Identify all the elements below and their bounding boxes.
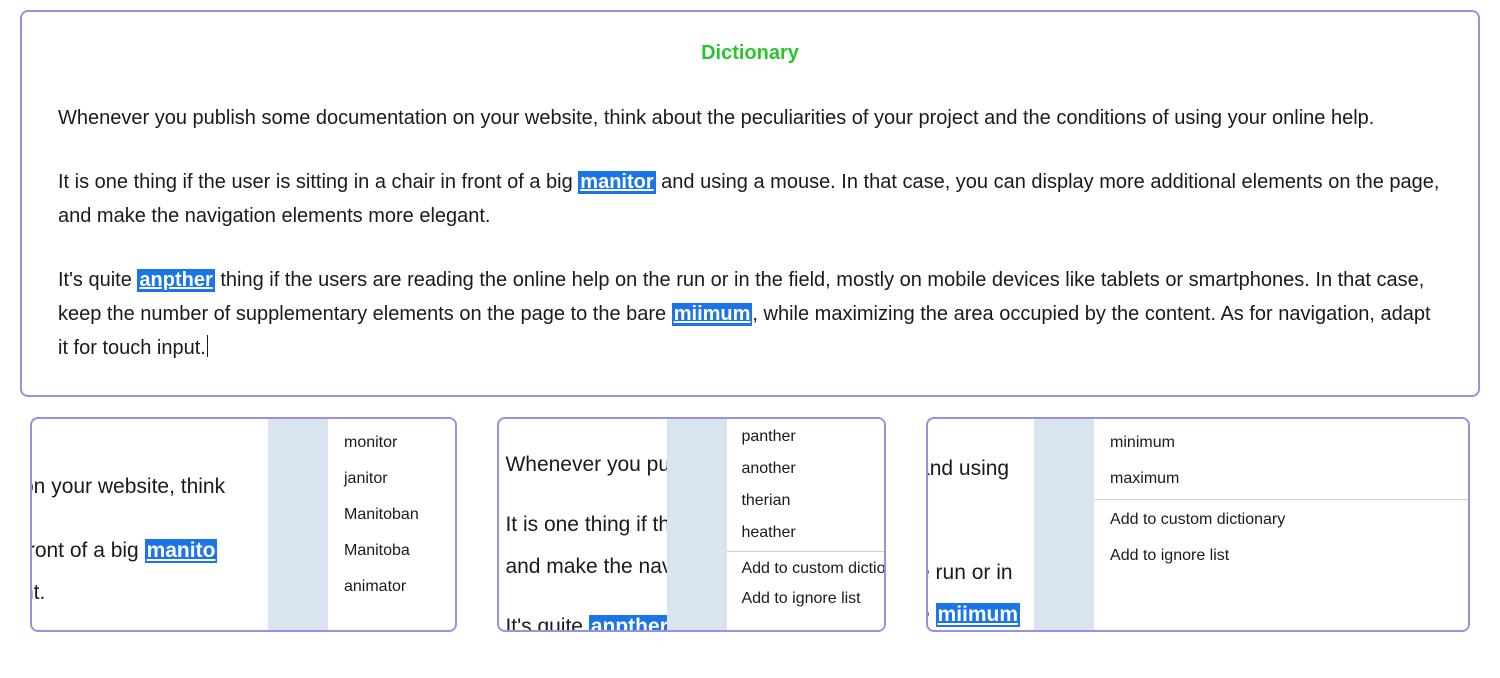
underlying-text: and using e run or in e miimum <box>926 447 1020 632</box>
add-to-custom-dictionary[interactable]: Add to custom dictionary <box>1094 502 1468 538</box>
suggestion-popup-miimum: and using e run or in e miimum minimum m… <box>926 417 1470 632</box>
text-fragment: and make the navi <box>505 549 677 585</box>
suggestion-item[interactable]: therian <box>727 485 884 517</box>
suggestion-item[interactable]: animator <box>328 569 455 605</box>
misspelled-word-anpther[interactable]: anpther <box>137 269 214 292</box>
text-cursor <box>207 335 208 357</box>
popup-row: on your website, think front of a big ma… <box>30 417 1470 632</box>
menu-separator <box>1094 499 1468 500</box>
add-to-ignore-list[interactable]: Add to ignore list <box>1094 538 1468 574</box>
para-text: It is one thing if the user is sitting i… <box>58 171 578 193</box>
text-fragment: It is one thing if th <box>505 507 677 543</box>
suggestion-item[interactable]: Manitoban <box>328 497 455 533</box>
suggestion-item[interactable]: janitor <box>328 461 455 497</box>
suggestion-item[interactable]: Manitoba <box>328 533 455 569</box>
text-fragment: nt. <box>30 575 225 611</box>
text-fragment: on your website, think <box>30 469 225 505</box>
text-fragment: front of a big <box>30 539 145 562</box>
text-fragment: e run or in <box>926 555 1020 591</box>
text-fragment: and using <box>926 451 1020 487</box>
para-text: It's quite <box>58 269 137 291</box>
misspelled-word-manitor[interactable]: manitor <box>578 171 655 194</box>
suggestion-item[interactable]: heather <box>727 517 884 549</box>
underlying-text: on your website, think front of a big ma… <box>30 465 225 623</box>
text-fragment: Whenever you pul <box>505 447 677 483</box>
text-fragment: It's quite <box>505 615 588 632</box>
scrollbar[interactable] <box>1034 419 1094 630</box>
misspelled-word-miimum[interactable]: miimum <box>672 303 753 326</box>
scrollbar[interactable] <box>268 419 328 630</box>
panel-title: Dictionary <box>58 42 1442 65</box>
text-fragment: e <box>926 603 936 626</box>
scrollbar[interactable] <box>667 419 727 630</box>
add-to-ignore-list[interactable]: Add to ignore list <box>727 584 884 614</box>
add-to-custom-dictionary[interactable]: Add to custom dictionary <box>727 554 884 584</box>
suggestion-item[interactable]: monitor <box>328 425 455 461</box>
suggestions-menu: minimum maximum Add to custom dictionary… <box>1094 419 1468 630</box>
suggestion-popup-manitor: on your website, think front of a big ma… <box>30 417 457 632</box>
para-text: Whenever you publish some documentation … <box>58 107 1374 129</box>
suggestions-menu: panther another therian heather Add to c… <box>727 419 884 630</box>
dictionary-panel: Dictionary Whenever you publish some doc… <box>20 10 1480 397</box>
misspelled-word-miimum[interactable]: miimum <box>936 603 1021 627</box>
suggestion-item[interactable]: minimum <box>1094 425 1468 461</box>
suggestion-item[interactable]: maximum <box>1094 461 1468 497</box>
editor-text[interactable]: Whenever you publish some documentation … <box>58 101 1442 365</box>
menu-separator <box>727 551 884 552</box>
suggestions-menu: monitor janitor Manitoban Manitoba anima… <box>328 419 455 630</box>
suggestion-popup-anpther: Whenever you pul It is one thing if th a… <box>497 417 886 632</box>
suggestion-item[interactable]: another <box>727 453 884 485</box>
underlying-text: Whenever you pul It is one thing if th a… <box>505 443 677 632</box>
misspelled-word-manitor[interactable]: manito <box>145 539 218 563</box>
suggestion-item[interactable]: panther <box>727 421 884 453</box>
misspelled-word-anpther[interactable]: anpther <box>589 615 670 632</box>
